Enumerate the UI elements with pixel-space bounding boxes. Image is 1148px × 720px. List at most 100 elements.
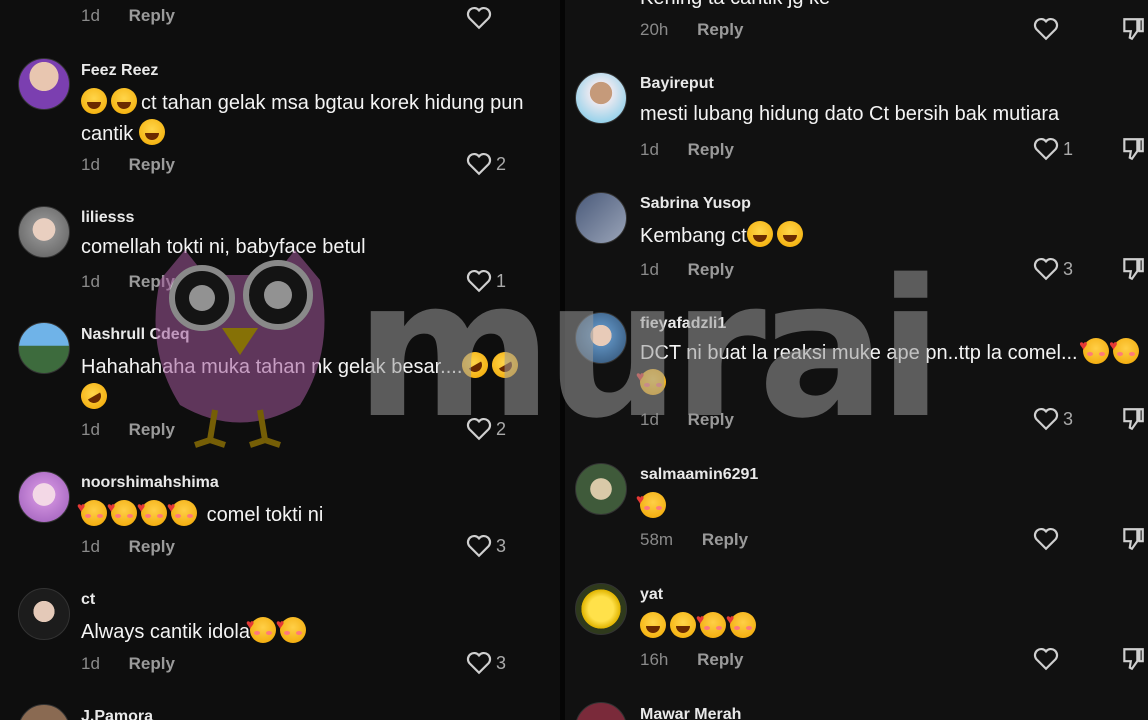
reply-button[interactable]: Reply [688, 410, 734, 429]
comment-time: 1d [81, 6, 100, 25]
reply-button[interactable]: Reply [129, 420, 175, 439]
heart-outline-icon[interactable] [466, 269, 492, 293]
comment-username[interactable]: Nashrull Cdeq [81, 326, 189, 344]
reply-button[interactable]: Reply [129, 537, 175, 556]
comment-text-content: Always cantik idola [81, 621, 250, 643]
heart-outline-icon[interactable] [466, 651, 492, 675]
comment-text [640, 604, 1110, 643]
thumbs-down-icon[interactable] [1120, 526, 1146, 552]
smiling-hearts-emoji-icon [726, 604, 756, 638]
comment-username[interactable]: Bayireput [640, 75, 714, 93]
smiling-hearts-emoji-icon [1079, 330, 1110, 364]
avatar[interactable] [18, 206, 70, 258]
reply-button[interactable]: Reply [688, 260, 734, 279]
rofl-emoji-icon [76, 378, 112, 414]
heart-outline-icon[interactable] [466, 534, 492, 558]
comment-username[interactable]: Mawar Merah [640, 706, 741, 720]
avatar[interactable] [18, 58, 70, 110]
reply-button[interactable]: Reply [697, 650, 743, 669]
comment-time: 58m [640, 530, 674, 549]
avatar[interactable] [575, 192, 627, 244]
like-count: 3 [496, 536, 507, 556]
smiling-hearts-emoji-icon [246, 609, 276, 643]
smiling-hearts-emoji-icon [696, 604, 726, 638]
comment-username[interactable]: noorshimahshima [81, 474, 219, 492]
comment-username[interactable]: Sabrina Yusop [640, 195, 751, 213]
heart-outline-icon[interactable] [466, 6, 492, 30]
comment-text: comel tokti ni [77, 492, 551, 531]
comment-username[interactable]: J.Pamora [81, 708, 153, 720]
avatar[interactable] [575, 312, 627, 364]
rofl-emoji-icon [487, 347, 524, 383]
thumbs-down-icon[interactable] [1120, 256, 1146, 282]
laughing-emoji-icon [111, 88, 137, 114]
thumbs-down-icon[interactable] [1120, 136, 1146, 162]
comment-text: Always cantik idola [81, 609, 551, 648]
like-count: 3 [1063, 409, 1074, 429]
comment-username[interactable]: Feez Reez [81, 62, 158, 80]
comment-username[interactable]: fieyafadzli1 [640, 315, 726, 333]
comment-username[interactable]: liliesss [81, 209, 134, 227]
comment-time: 20h [640, 20, 669, 39]
avatar[interactable] [18, 704, 70, 720]
like-count: 2 [496, 154, 507, 174]
comment-text: Hahahahaha muka tahan nk gelak besar.... [76, 347, 551, 414]
comment-text: mesti lubang hidung dato Ct bersih bak m… [640, 103, 1060, 125]
comment-meta: 1d Reply [81, 6, 175, 26]
comment-text-content: Kembang ct [640, 225, 747, 247]
heart-outline-icon[interactable] [1033, 17, 1059, 41]
comment-meta: 1d Reply [81, 272, 175, 292]
comment-text: ct tahan gelak msa bgtau korek hidung pu… [81, 88, 551, 150]
heart-outline-icon[interactable] [1033, 647, 1059, 671]
avatar[interactable] [575, 583, 627, 635]
comment-meta: 1d Reply [81, 654, 175, 674]
comment-time: 1d [81, 155, 100, 174]
comment-text-content: DCT ni buat la reaksi muke ape pn..ttp l… [640, 342, 1078, 364]
laughing-emoji-icon [640, 612, 666, 638]
smiling-hearts-emoji-icon [137, 492, 167, 526]
avatar[interactable] [18, 588, 70, 640]
comment-time: 1d [81, 537, 100, 556]
comment-time: 1d [81, 420, 100, 439]
reply-button[interactable]: Reply [688, 140, 734, 159]
laughing-emoji-icon [746, 221, 773, 247]
avatar[interactable] [18, 322, 70, 374]
smiling-hearts-emoji-icon [77, 492, 107, 526]
heart-outline-icon[interactable] [1033, 257, 1059, 281]
comment-time: 1d [81, 654, 100, 673]
reply-button[interactable]: Reply [129, 654, 175, 673]
reply-button[interactable]: Reply [129, 272, 175, 291]
thumbs-down-icon[interactable] [1120, 16, 1146, 42]
comment-time: 1d [640, 140, 659, 159]
comment-meta: 1d Reply [640, 260, 734, 280]
laughing-emoji-icon [81, 88, 107, 114]
comment-meta: 1d Reply [81, 420, 175, 440]
right-comment-column: Kening ta cantik jg ke 20h Reply Bayirep… [565, 0, 1148, 720]
comment-username[interactable]: ct [81, 591, 95, 609]
smiling-hearts-emoji-icon [1109, 330, 1140, 364]
avatar[interactable] [575, 72, 627, 124]
smiling-hearts-emoji-icon [276, 609, 306, 643]
heart-outline-icon[interactable] [466, 152, 492, 176]
comment-text [636, 484, 1110, 523]
heart-outline-icon[interactable] [466, 417, 492, 441]
thumbs-down-icon[interactable] [1120, 646, 1146, 672]
rofl-emoji-icon [457, 347, 494, 383]
reply-button[interactable]: Reply [697, 20, 743, 39]
comment-username[interactable]: yat [640, 586, 663, 604]
comment-meta: 1d Reply [640, 140, 734, 160]
heart-outline-icon[interactable] [1033, 137, 1059, 161]
avatar[interactable] [575, 702, 627, 720]
heart-outline-icon[interactable] [1033, 407, 1059, 431]
reply-button[interactable]: Reply [129, 6, 175, 25]
smiling-hearts-emoji-icon [167, 492, 197, 526]
comment-text: Kembang ct [640, 221, 1110, 252]
reply-button[interactable]: Reply [129, 155, 175, 174]
heart-outline-icon[interactable] [1033, 527, 1059, 551]
reply-button[interactable]: Reply [702, 530, 748, 549]
avatar[interactable] [18, 471, 70, 523]
like-count: 1 [496, 271, 507, 291]
avatar[interactable] [575, 463, 627, 515]
thumbs-down-icon[interactable] [1120, 406, 1146, 432]
comment-username[interactable]: salmaamin6291 [640, 466, 758, 484]
